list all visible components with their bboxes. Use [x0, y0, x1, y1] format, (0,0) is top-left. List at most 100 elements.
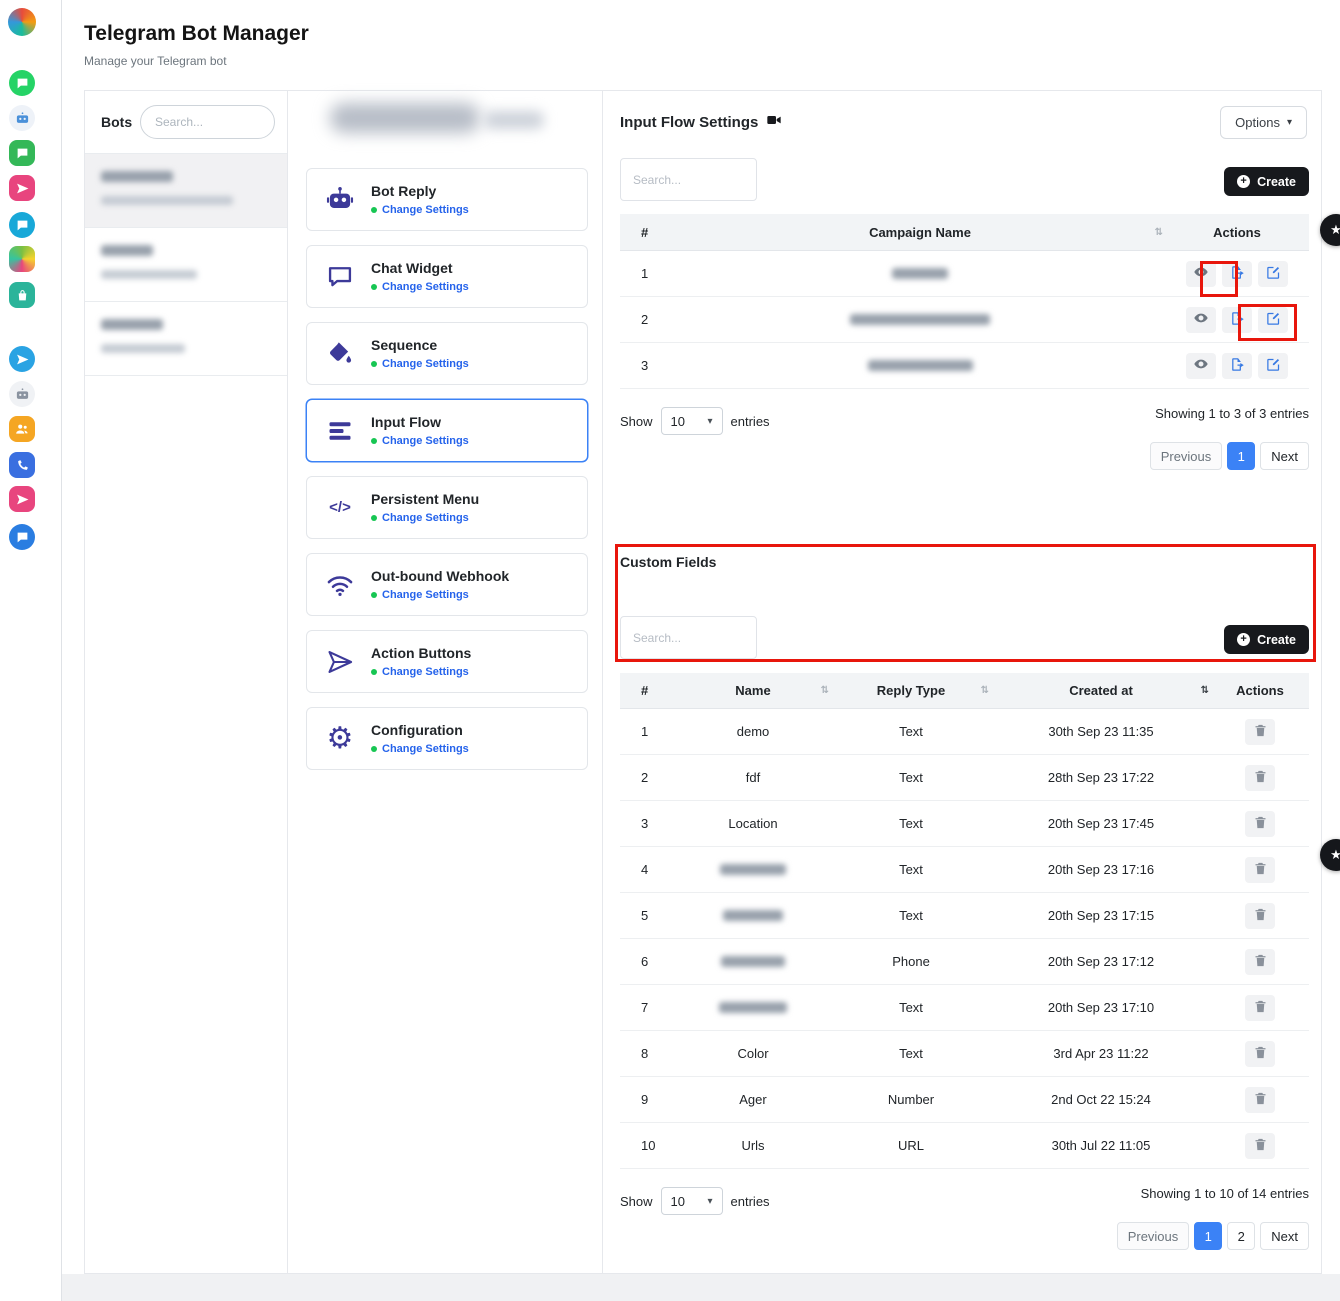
view-button[interactable]: [1186, 261, 1216, 287]
settings-card-input-flow[interactable]: Input Flow Change Settings: [306, 399, 588, 462]
sort-icon[interactable]: ⇅: [821, 685, 829, 696]
sort-icon[interactable]: ⇅: [1155, 227, 1163, 238]
bots-search-input[interactable]: [140, 105, 275, 139]
change-settings-link[interactable]: Change Settings: [382, 512, 469, 524]
bot-list-item[interactable]: [85, 228, 287, 302]
trash-icon: [1253, 815, 1268, 833]
delete-button[interactable]: [1245, 903, 1275, 929]
field-name: Color: [675, 1046, 831, 1061]
create-custom-field-button[interactable]: + Create: [1224, 625, 1309, 654]
bot-icon[interactable]: [9, 105, 35, 131]
delete-button[interactable]: [1245, 811, 1275, 837]
settings-card-bot-reply[interactable]: Bot Reply Change Settings: [306, 168, 588, 231]
page-number-button[interactable]: 1: [1227, 442, 1255, 470]
sparkle-icon: ★: [1330, 222, 1340, 238]
bot-list-item[interactable]: [85, 302, 287, 376]
row-number: 5: [620, 908, 675, 923]
delete-button[interactable]: [1245, 719, 1275, 745]
delete-button[interactable]: [1245, 995, 1275, 1021]
bots-panel-header: Bots: [85, 91, 287, 154]
telegram-pink-icon[interactable]: [9, 175, 35, 201]
bot-list-item[interactable]: [85, 154, 287, 228]
col-header-name[interactable]: Name⇅: [675, 683, 831, 698]
next-page-button[interactable]: Next: [1260, 1222, 1309, 1250]
settings-card-persistent-menu[interactable]: </> Persistent Menu Change Settings: [306, 476, 588, 539]
assistant-fab[interactable]: ★: [1320, 839, 1340, 871]
telegram-pink-2-icon[interactable]: [9, 486, 35, 512]
shop-bag-icon[interactable]: [9, 282, 35, 308]
settings-card-title: Persistent Menu: [371, 491, 479, 507]
col-header-campaign-name[interactable]: Campaign Name ⇅: [675, 225, 1165, 240]
gray-bot-icon[interactable]: [9, 381, 35, 407]
settings-card-action-buttons[interactable]: Action Buttons Change Settings: [306, 630, 588, 693]
list-bars-icon: [321, 417, 359, 445]
row-number: 4: [620, 862, 675, 877]
whatsapp-business-icon[interactable]: [9, 140, 35, 166]
edit-button[interactable]: [1258, 307, 1288, 333]
blurred-campaign-name: [892, 268, 948, 279]
page-number-button[interactable]: 1: [1194, 1222, 1222, 1250]
plus-icon: +: [1237, 633, 1250, 646]
col-header-number[interactable]: #: [620, 683, 675, 698]
view-button[interactable]: [1186, 353, 1216, 379]
page-size-select[interactable]: 10 ▾: [661, 1187, 723, 1215]
export-button[interactable]: [1222, 353, 1252, 379]
export-button[interactable]: [1222, 261, 1252, 287]
delete-button[interactable]: [1245, 857, 1275, 883]
field-name: fdf: [675, 770, 831, 785]
assistant-fab[interactable]: ★: [1320, 214, 1340, 246]
delete-button[interactable]: [1245, 1133, 1275, 1159]
options-button[interactable]: Options ▾: [1220, 106, 1307, 139]
change-settings-link[interactable]: Change Settings: [382, 743, 469, 755]
apps-color-icon[interactable]: [9, 246, 35, 272]
custom-field-row: 6 Phone 20th Sep 23 17:12: [620, 939, 1309, 985]
delete-button[interactable]: [1245, 949, 1275, 975]
trash-icon: [1253, 1091, 1268, 1109]
next-page-button[interactable]: Next: [1260, 442, 1309, 470]
browser-logo-icon[interactable]: [8, 8, 36, 36]
trash-icon: [1253, 1137, 1268, 1155]
whatsapp-icon[interactable]: [9, 70, 35, 96]
custom-fields-search-input[interactable]: [620, 616, 757, 659]
page-size-select[interactable]: 10 ▾: [661, 407, 723, 435]
chat-bot-blue-icon[interactable]: [9, 524, 35, 550]
edit-button[interactable]: [1258, 261, 1288, 287]
row-number: 3: [620, 358, 675, 373]
call-icon[interactable]: [9, 452, 35, 478]
sort-icon[interactable]: ⇅: [981, 685, 989, 696]
col-header-created-at[interactable]: Created at⇅: [991, 683, 1211, 698]
settings-card-configuration[interactable]: ⚙ Configuration Change Settings: [306, 707, 588, 770]
row-number: 10: [620, 1138, 675, 1153]
custom-field-row: 2 fdf Text 28th Sep 23 17:22: [620, 755, 1309, 801]
change-settings-link[interactable]: Change Settings: [382, 435, 469, 447]
change-settings-link[interactable]: Change Settings: [382, 204, 469, 216]
create-campaign-button[interactable]: + Create: [1224, 167, 1309, 196]
col-header-reply-type[interactable]: Reply Type⇅: [831, 683, 991, 698]
page-number-button[interactable]: 2: [1227, 1222, 1255, 1250]
previous-page-button[interactable]: Previous: [1150, 442, 1223, 470]
users-group-icon[interactable]: [9, 416, 35, 442]
edit-button[interactable]: [1258, 353, 1288, 379]
change-settings-link[interactable]: Change Settings: [382, 358, 469, 370]
caret-down-icon: ▾: [1287, 117, 1292, 128]
settings-card-outbound-webhook[interactable]: Out-bound Webhook Change Settings: [306, 553, 588, 616]
telegram-icon[interactable]: [9, 346, 35, 372]
messenger-teal-icon[interactable]: [9, 212, 35, 238]
custom-field-row: 9 Ager Number 2nd Oct 22 15:24: [620, 1077, 1309, 1123]
settings-card-title: Bot Reply: [371, 183, 469, 199]
previous-page-button[interactable]: Previous: [1117, 1222, 1190, 1250]
trash-icon: [1253, 999, 1268, 1017]
view-button[interactable]: [1186, 307, 1216, 333]
change-settings-link[interactable]: Change Settings: [382, 589, 469, 601]
col-header-number[interactable]: #: [620, 225, 675, 240]
sort-icon[interactable]: ⇅: [1201, 685, 1209, 696]
settings-card-chat-widget[interactable]: Chat Widget Change Settings: [306, 245, 588, 308]
campaign-search-input[interactable]: [620, 158, 757, 201]
export-button[interactable]: [1222, 307, 1252, 333]
change-settings-link[interactable]: Change Settings: [382, 666, 469, 678]
change-settings-link[interactable]: Change Settings: [382, 281, 469, 293]
delete-button[interactable]: [1245, 765, 1275, 791]
settings-card-sequence[interactable]: Sequence Change Settings: [306, 322, 588, 385]
delete-button[interactable]: [1245, 1041, 1275, 1067]
delete-button[interactable]: [1245, 1087, 1275, 1113]
